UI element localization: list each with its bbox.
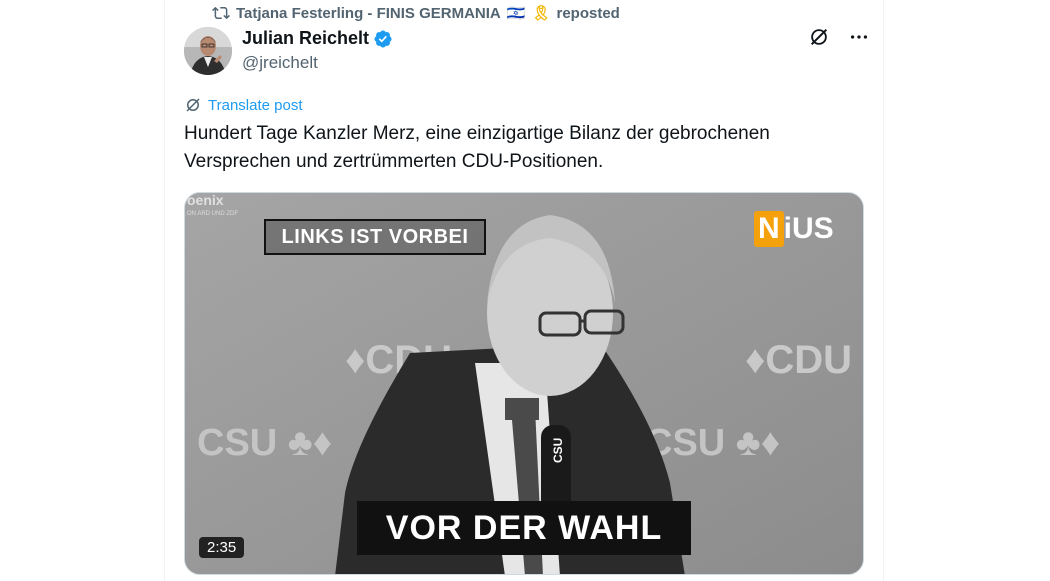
translate-label[interactable]: Translate post	[208, 97, 303, 114]
repost-label: reposted	[556, 4, 620, 22]
translate-post-link[interactable]: Translate post	[184, 96, 303, 114]
author-name-text[interactable]: Julian Reichelt	[242, 28, 369, 49]
caption-top: LINKS IST VORBEI	[264, 219, 486, 255]
grok-icon[interactable]	[808, 26, 830, 48]
mic-label: CSU	[551, 438, 565, 463]
repost-icon	[212, 6, 230, 20]
backdrop-csu-text-right: CSU ♣♦	[645, 422, 780, 464]
repost-header[interactable]: Tatjana Festerling - FINIS GERMANIA 🇮🇱 🎗…	[212, 3, 620, 23]
author-handle[interactable]: @jreichelt	[242, 53, 318, 73]
video-player[interactable]: ♦CDU ♦CDU CSU ♣♦ CSU ♣♦ oenix ON ARD UND…	[184, 192, 864, 575]
post-text: Hundert Tage Kanzler Merz, eine einzigar…	[184, 123, 770, 172]
author-name[interactable]: Julian Reichelt	[242, 28, 393, 49]
video-duration: 2:35	[199, 537, 245, 558]
backdrop-cdu-text-right: ♦CDU	[745, 338, 852, 382]
nius-brand-logo: NiUS	[754, 211, 834, 247]
caption-bottom: VOR DER WAHL	[357, 501, 691, 555]
channel-sub: ON ARD UND ZDF	[187, 211, 238, 217]
backdrop-csu-text: CSU ♣♦	[197, 422, 332, 464]
israel-flag-emoji: 🇮🇱	[506, 5, 526, 22]
nius-brand-n: N	[754, 211, 784, 247]
verified-badge-icon[interactable]	[373, 29, 393, 49]
avatar[interactable]	[184, 27, 232, 75]
ribbon-emoji: 🎗	[531, 5, 551, 22]
channel-logo: oenix	[187, 193, 224, 208]
nius-brand-rest: iUS	[783, 212, 834, 245]
translate-icon	[186, 98, 200, 112]
more-icon[interactable]	[848, 26, 870, 48]
post-actions-top	[808, 26, 870, 48]
repost-user[interactable]: Tatjana Festerling - FINIS GERMANIA	[236, 5, 501, 22]
